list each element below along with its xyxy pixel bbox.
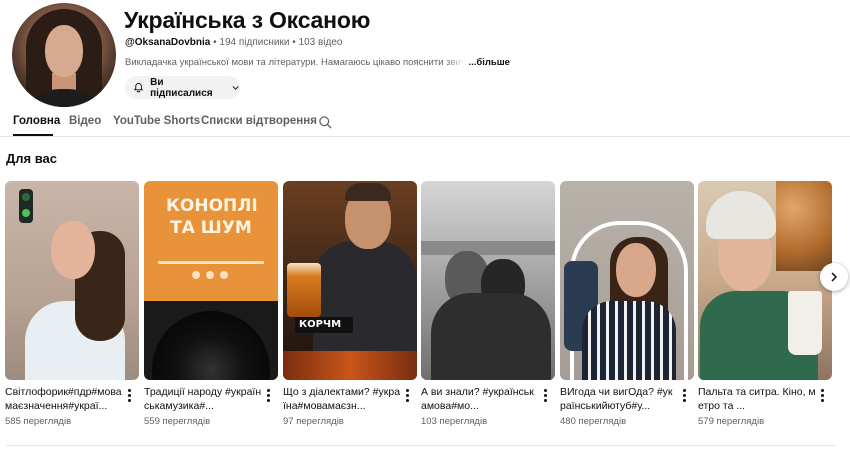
short-views: 585 переглядів [5, 416, 72, 427]
short-thumbnail[interactable] [421, 181, 555, 380]
short-views: 579 переглядів [698, 416, 765, 427]
short-card[interactable]: Світлофорик#пдр#мовамаєзначення#украї...… [5, 181, 139, 441]
couple-coats [431, 293, 551, 380]
short-title[interactable]: Традиції народу #українськамузика#... [144, 385, 262, 413]
autumn-leaves [283, 351, 417, 380]
description-fade [443, 57, 466, 68]
autumn-tree [776, 181, 832, 271]
progress-line [158, 261, 264, 264]
avatar-face [45, 25, 83, 77]
short-card[interactable]: КОРЧМ Що з діалектами? #україна#мовамаєз… [283, 181, 417, 441]
short-card[interactable]: Пальта та ситра. Кіно, метро та ... 579 … [698, 181, 832, 441]
short-thumbnail[interactable] [5, 181, 139, 380]
chevron-right-icon [831, 272, 838, 282]
tab-home[interactable]: Головна [13, 115, 60, 127]
short-thumbnail[interactable] [698, 181, 832, 380]
tab-playlists[interactable]: Списки відтворення [201, 115, 317, 127]
short-card[interactable]: А ви знали? #українськамова#мо... 103 пе… [421, 181, 555, 441]
person-face [616, 243, 656, 297]
short-title[interactable]: Що з діалектами? #україна#мовамаєзн... [283, 385, 401, 413]
player-controls-icon [192, 271, 232, 279]
tab-videos[interactable]: Відео [69, 115, 101, 127]
short-thumbnail[interactable]: КОНОПЛІ ТА ШУМ [144, 181, 278, 380]
short-views: 97 переглядів [283, 416, 344, 427]
short-views: 103 переглядів [421, 416, 488, 427]
short-card[interactable]: ВИгода чи вигОда? #українськийютуб#у... … [560, 181, 694, 441]
more-vert-icon[interactable] [542, 389, 548, 403]
short-views: 480 переглядів [560, 416, 627, 427]
knit-hat [706, 191, 776, 239]
more-vert-icon[interactable] [265, 389, 271, 403]
description-more-link[interactable]: ...більше [468, 57, 510, 68]
meta-separator: • [292, 37, 296, 48]
more-vert-icon[interactable] [819, 389, 825, 403]
description-text: Викладачка української мови та літератур… [125, 57, 466, 68]
horizon-line [421, 241, 555, 255]
short-title[interactable]: ВИгода чи вигОда? #українськийютуб#у... [560, 385, 678, 413]
section-divider [6, 445, 836, 446]
channel-description[interactable]: Викладачка української мови та літератур… [125, 57, 515, 68]
short-card[interactable]: КОНОПЛІ ТА ШУМ Традиції народу #українсь… [144, 181, 278, 441]
striped-shirt [582, 301, 676, 380]
channel-title: Українська з Оксаною [124, 7, 371, 33]
person-face [51, 221, 95, 279]
channel-tabs: Головна Відео YouTube Shorts Списки відт… [0, 107, 850, 137]
channel-avatar[interactable] [12, 3, 116, 107]
short-thumbnail[interactable]: КОРЧМ [283, 181, 417, 380]
meta-separator: • [213, 37, 217, 48]
man-hair [345, 183, 391, 201]
bell-icon [133, 82, 144, 93]
chevron-down-icon [232, 85, 239, 90]
short-thumbnail[interactable] [560, 181, 694, 380]
subscribed-label: Ви підписалися [150, 76, 213, 99]
active-tab-indicator [13, 134, 53, 136]
short-title[interactable]: Світлофорик#пдр#мовамаєзначення#украї... [5, 385, 123, 413]
section-title: Для вас [6, 151, 57, 166]
short-title[interactable]: А ви знали? #українськамова#мо... [421, 385, 539, 413]
short-title[interactable]: Пальта та ситра. Кіно, метро та ... [698, 385, 816, 413]
thumbnail-caption: КОНОПЛІ ТА ШУМ [166, 196, 258, 238]
beer-mug-icon [287, 263, 321, 317]
search-icon[interactable] [318, 115, 333, 130]
short-views: 559 переглядів [144, 416, 211, 427]
channel-handle: @OksanaDovbnia [125, 37, 211, 48]
channel-meta: @OksanaDovbnia • 194 підписники • 103 ві… [125, 37, 342, 48]
next-shorts-button[interactable] [820, 263, 848, 291]
tab-shorts[interactable]: YouTube Shorts [113, 115, 200, 127]
thumbnail-caption: КОРЧМ [299, 319, 342, 330]
more-vert-icon[interactable] [681, 389, 687, 403]
traffic-light-icon [19, 189, 33, 223]
subscribed-button[interactable]: Ви підписалися [125, 76, 240, 99]
subscriber-count: 194 підписники [219, 37, 290, 48]
more-vert-icon[interactable] [404, 389, 410, 403]
more-vert-icon[interactable] [126, 389, 132, 403]
video-count: 103 відео [298, 37, 343, 48]
coffee-cup-icon [788, 291, 822, 355]
